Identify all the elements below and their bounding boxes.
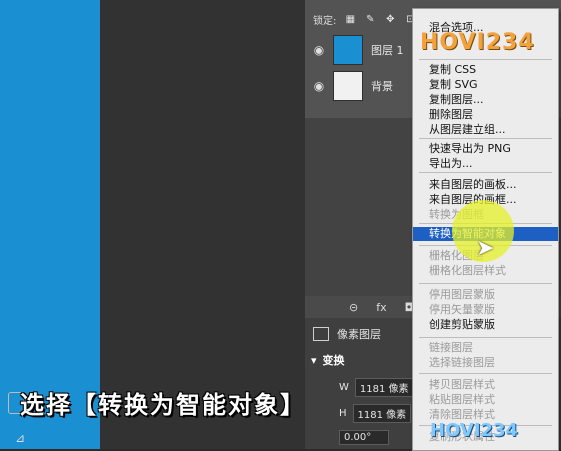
menu-item-duplicate-layer[interactable]: 复制图层... <box>413 93 558 107</box>
menu-item-delete-layer[interactable]: 删除图层 <box>413 108 558 122</box>
layer-thumbnail <box>333 71 363 101</box>
layer-name: 背景 <box>371 80 393 93</box>
menu-item-quick-export-png[interactable]: 快速导出为 PNG <box>413 142 558 156</box>
angle-input[interactable]: 0.00° <box>339 430 389 445</box>
height-row: H 1181 像素 <box>339 404 412 423</box>
menu-item-copy-layer-style: 拷贝图层样式 <box>429 378 495 391</box>
transform-section[interactable]: ▾ 变换 <box>311 352 345 368</box>
menu-separator <box>419 59 552 60</box>
tutorial-caption: 选择【转换为智能对象】 <box>20 391 306 419</box>
menu-item-create-clipping-mask[interactable]: 创建剪贴蒙版 <box>413 318 558 332</box>
menu-item-link-layers: 链接图层 <box>429 341 473 354</box>
lock-label: 锁定: <box>313 15 337 27</box>
menu-item-disable-vector-mask: 停用矢量蒙版 <box>429 303 495 316</box>
canvas-blue-area <box>0 0 100 449</box>
watermark-logo: HOVI234 <box>420 30 535 55</box>
width-row: W 1181 像素 <box>339 378 414 397</box>
transform-label: 变换 <box>322 354 345 367</box>
menu-item-copy-css[interactable]: 复制 CSS <box>413 63 558 77</box>
lock-bar: 锁定: ▦ ✎ ✥ ⊡ <box>313 10 416 28</box>
lock-transparent-icon[interactable]: ▦ <box>344 13 356 25</box>
menu-separator <box>419 283 552 284</box>
menu-item-disable-layer-mask: 停用图层蒙版 <box>429 288 495 301</box>
document-canvas[interactable] <box>100 0 305 449</box>
menu-item-artboard-from-layers[interactable]: 来自图层的画板... <box>413 178 558 192</box>
properties-header: 像素图层 <box>313 326 381 342</box>
height-input[interactable]: 1181 像素 <box>352 404 412 423</box>
menu-item-select-linked-layers: 选择链接图层 <box>429 356 495 369</box>
lock-brush-icon[interactable]: ✎ <box>364 13 376 25</box>
menu-item-group-from-layers[interactable]: 从图层建立组... <box>413 123 558 137</box>
visibility-eye-icon[interactable]: ◉ <box>305 79 333 93</box>
visibility-eye-icon[interactable]: ◉ <box>305 43 333 57</box>
menu-separator <box>419 373 552 374</box>
layer-name: 图层 1 <box>371 44 404 57</box>
menu-item-copy-svg[interactable]: 复制 SVG <box>413 78 558 92</box>
layer-thumbnail <box>333 35 363 65</box>
menu-item-rasterize-layer-style: 栅格化图层样式 <box>429 264 506 277</box>
menu-separator <box>419 138 552 139</box>
lock-move-icon[interactable]: ✥ <box>384 13 396 25</box>
pixel-layer-icon <box>313 327 329 341</box>
width-input[interactable]: 1181 像素 <box>354 378 414 397</box>
properties-header-label: 像素图层 <box>337 328 381 341</box>
angle-row: 0.00° <box>339 430 389 445</box>
angle-icon: ⊿ <box>15 431 26 445</box>
fx-icon[interactable]: fx <box>376 301 386 314</box>
menu-separator <box>419 337 552 338</box>
watermark-logo-bottom: HOVI234 <box>430 420 519 441</box>
link-layers-icon[interactable]: ⊝ <box>349 301 358 314</box>
mouse-pointer-icon: ➤ <box>476 236 495 261</box>
chevron-down-icon[interactable]: ▾ <box>311 354 317 367</box>
menu-item-paste-layer-style: 粘贴图层样式 <box>429 393 495 406</box>
menu-item-export-as[interactable]: 导出为... <box>413 157 558 171</box>
width-label: W <box>339 382 349 393</box>
height-label: H <box>339 408 347 419</box>
menu-separator <box>419 172 552 173</box>
